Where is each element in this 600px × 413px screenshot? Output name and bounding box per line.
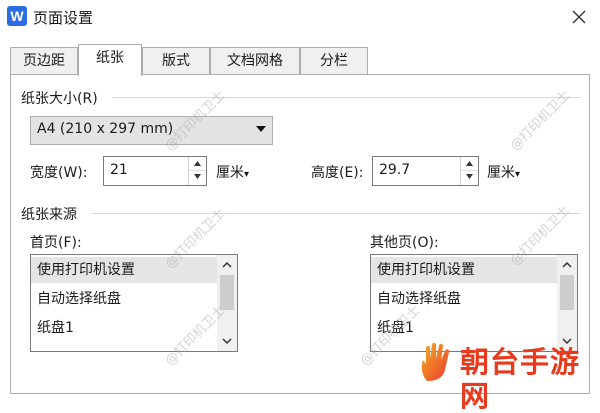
list-item[interactable]: 自动选择纸盘: [31, 286, 217, 312]
section-divider: [92, 213, 580, 214]
width-input[interactable]: 21: [110, 162, 128, 178]
width-decrement-button[interactable]: [189, 171, 206, 185]
scrollbar-thumb[interactable]: [220, 275, 234, 310]
close-icon: [572, 10, 586, 24]
height-increment-button[interactable]: [461, 157, 478, 171]
height-input[interactable]: 29.7: [379, 162, 410, 178]
scrollbar[interactable]: [217, 255, 237, 351]
paper-size-value: A4 (210 x 297 mm): [37, 121, 174, 137]
dropdown-arrow-icon: [256, 126, 266, 132]
width-label: 宽度(W):: [30, 165, 88, 181]
scrollbar-thumb[interactable]: [560, 275, 574, 310]
arrow-up-icon: [194, 161, 201, 166]
tab-layout[interactable]: 版式: [142, 47, 210, 75]
first-page-label: 首页(F):: [30, 235, 82, 251]
paper-source-heading: 纸张来源: [21, 204, 81, 224]
list-item[interactable]: 纸盘1: [371, 315, 557, 341]
arrow-down-icon: [194, 174, 201, 179]
tab-document-grid[interactable]: 文档网格: [210, 47, 300, 75]
scroll-up-icon[interactable]: [221, 261, 233, 269]
window-title: 页面设置: [33, 9, 94, 27]
paper-size-heading: 纸张大小(R): [21, 88, 102, 108]
tab-strip: 页边距 纸张 版式 文档网格 分栏: [10, 44, 370, 76]
scrollbar[interactable]: [557, 255, 577, 351]
height-unit-label: 厘米: [487, 165, 515, 181]
scroll-down-icon[interactable]: [221, 337, 233, 345]
list-item[interactable]: 自动选择纸盘: [371, 286, 557, 312]
width-unit-label: 厘米: [216, 165, 244, 181]
hand-logo-icon: [421, 342, 450, 381]
site-watermark-logo: 朝台手游网: [412, 340, 600, 413]
list-item[interactable]: 纸盘1: [31, 315, 217, 341]
wps-writer-icon: W: [7, 6, 27, 26]
width-spinner[interactable]: 21: [103, 156, 207, 186]
other-pages-list[interactable]: 使用打印机设置 自动选择纸盘 纸盘1: [370, 254, 578, 352]
close-button[interactable]: [568, 6, 590, 28]
width-unit-dropdown[interactable]: 厘米▾: [216, 162, 249, 182]
height-unit-dropdown[interactable]: 厘米▾: [487, 162, 520, 182]
arrow-down-icon: [466, 174, 473, 179]
arrow-up-icon: [466, 161, 473, 166]
list-item[interactable]: 使用打印机设置: [31, 257, 217, 283]
list-item[interactable]: 使用打印机设置: [371, 257, 557, 283]
unit-dropdown-arrow-icon: ▾: [244, 169, 250, 180]
other-pages-label: 其他页(O):: [370, 235, 439, 251]
tab-paper[interactable]: 纸张: [78, 44, 142, 76]
title-bar: W 页面设置: [0, 0, 600, 36]
height-label: 高度(E):: [311, 165, 364, 181]
spinner-buttons: [188, 157, 206, 185]
first-page-list[interactable]: 使用打印机设置 自动选择纸盘 纸盘1: [30, 254, 238, 352]
tab-margins[interactable]: 页边距: [10, 47, 78, 75]
height-decrement-button[interactable]: [461, 171, 478, 185]
height-spinner[interactable]: 29.7: [372, 156, 479, 186]
scroll-up-icon[interactable]: [561, 261, 573, 269]
section-divider: [112, 97, 580, 98]
width-increment-button[interactable]: [189, 157, 206, 171]
paper-size-select[interactable]: A4 (210 x 297 mm): [30, 116, 273, 145]
unit-dropdown-arrow-icon: ▾: [515, 169, 521, 180]
spinner-buttons: [460, 157, 478, 185]
tab-columns[interactable]: 分栏: [300, 47, 368, 75]
brand-text: 朝台手游网: [460, 345, 581, 413]
